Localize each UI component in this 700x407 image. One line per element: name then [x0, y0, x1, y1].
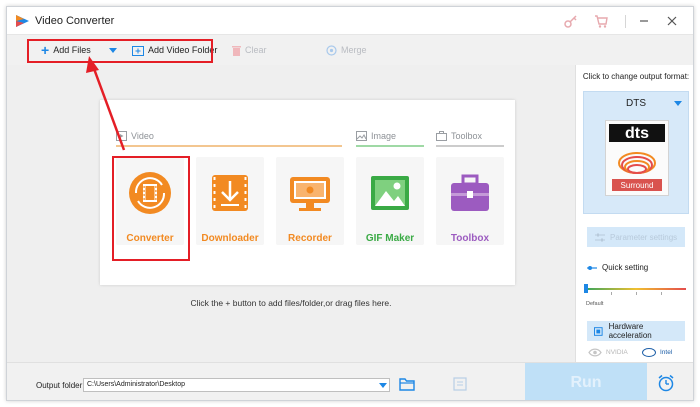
output-folder-label: Output folder:: [36, 381, 85, 390]
window-title: Video Converter: [35, 15, 115, 27]
app-logo-icon: [16, 15, 29, 27]
task-list-icon[interactable]: [453, 377, 467, 391]
clear-button[interactable]: Clear: [232, 42, 267, 58]
intel-option[interactable]: Intel: [642, 345, 672, 359]
cart-icon[interactable]: [593, 13, 609, 29]
merge-icon: [326, 44, 337, 56]
slider-tick: [611, 292, 612, 295]
open-folder-icon[interactable]: [399, 377, 415, 391]
toolbox-underline: [436, 145, 504, 147]
chip-icon: [594, 326, 603, 336]
section-image: Image: [356, 129, 396, 143]
merge-label: Merge: [341, 45, 367, 55]
file-drop-area[interactable]: Video Image Toolbox Converter Downloader…: [7, 65, 575, 362]
output-folder-dropdown-icon[interactable]: [379, 383, 387, 388]
close-button[interactable]: [663, 12, 681, 30]
toolbox-small-icon: [436, 131, 447, 141]
parameter-settings-button[interactable]: Parameter settings: [587, 227, 685, 247]
dts-logo-subtext: Surround: [621, 181, 654, 190]
format-dropdown-icon: [674, 101, 682, 106]
quality-slider-track[interactable]: [586, 288, 686, 290]
key-icon[interactable]: [562, 13, 578, 29]
nvidia-icon: [588, 348, 602, 356]
video-underline: [116, 145, 342, 147]
toolbox-icon: [451, 174, 489, 211]
intel-label: Intel: [660, 348, 673, 356]
titlebar-divider: [625, 15, 626, 28]
video-icon: [116, 131, 127, 141]
run-button[interactable]: Run: [525, 363, 647, 400]
tools-card: Video Image Toolbox Converter Downloader…: [100, 100, 515, 285]
downloader-tile[interactable]: Downloader: [196, 157, 264, 245]
section-toolbox: Toolbox: [436, 129, 482, 143]
dts-logo-text: dts: [625, 125, 649, 142]
output-format-name: DTS: [626, 98, 646, 109]
nvidia-option[interactable]: NVIDIA: [588, 345, 628, 359]
parameter-settings-label: Parameter settings: [610, 232, 678, 242]
image-underline: [356, 145, 424, 147]
bottom-bar: Output folder: C:\Users\Administrator\De…: [7, 362, 693, 400]
toolbox-label: Toolbox: [450, 233, 490, 244]
recorder-label: Recorder: [288, 233, 332, 244]
minimize-button[interactable]: [635, 12, 653, 30]
slider-tick: [661, 292, 662, 295]
output-format-caption: Click to change output format:: [582, 72, 690, 81]
intel-icon: [642, 347, 656, 357]
slider-default-label: Default: [586, 301, 604, 307]
clear-label: Clear: [245, 45, 267, 55]
alarm-clock-icon[interactable]: [657, 374, 675, 392]
toolbox-tile[interactable]: Toolbox: [436, 157, 504, 245]
gif-maker-icon: [371, 176, 409, 210]
downloader-icon: [212, 175, 248, 211]
nvidia-label: NVIDIA: [606, 348, 628, 356]
dts-logo: dts Surround: [605, 120, 669, 196]
section-video-label: Video: [131, 131, 154, 141]
sliders-icon: [595, 233, 605, 241]
quick-setting: Quick setting: [587, 263, 648, 272]
trash-icon: [232, 45, 241, 56]
section-image-label: Image: [371, 131, 397, 141]
section-video: Video: [116, 129, 154, 143]
add-files-highlight: [27, 39, 213, 63]
section-toolbox-label: Toolbox: [451, 131, 483, 141]
slider-tick: [636, 292, 637, 295]
recorder-icon: [290, 177, 330, 211]
quick-setting-icon: [587, 265, 597, 270]
gif-maker-tile[interactable]: GIF Maker: [356, 157, 424, 245]
output-panel: Click to change output format: DTS dts S…: [575, 65, 693, 362]
image-icon: [356, 131, 367, 141]
merge-button[interactable]: Merge: [326, 42, 367, 58]
toolbar: + Add Files Add Video Folder Clear Merge: [7, 35, 693, 65]
quick-setting-label: Quick setting: [602, 263, 649, 272]
quality-slider-thumb[interactable]: [584, 284, 588, 293]
hardware-acceleration-label: Hardware acceleration: [608, 322, 652, 340]
app-window: Video Converter + Add Files Add Video Fo…: [6, 6, 694, 401]
output-format-selector[interactable]: DTS dts Surround: [583, 91, 689, 214]
title-bar: Video Converter: [7, 7, 693, 35]
downloader-label: Downloader: [201, 233, 259, 244]
hardware-acceleration-button[interactable]: Hardware acceleration: [587, 321, 685, 341]
drop-hint: Click the + button to add files/folder,o…: [190, 298, 392, 308]
gif-maker-label: GIF Maker: [365, 233, 415, 244]
converter-highlight: [112, 156, 190, 261]
output-folder-field[interactable]: C:\Users\Administrator\Desktop: [83, 378, 390, 392]
recorder-tile[interactable]: Recorder: [276, 157, 344, 245]
